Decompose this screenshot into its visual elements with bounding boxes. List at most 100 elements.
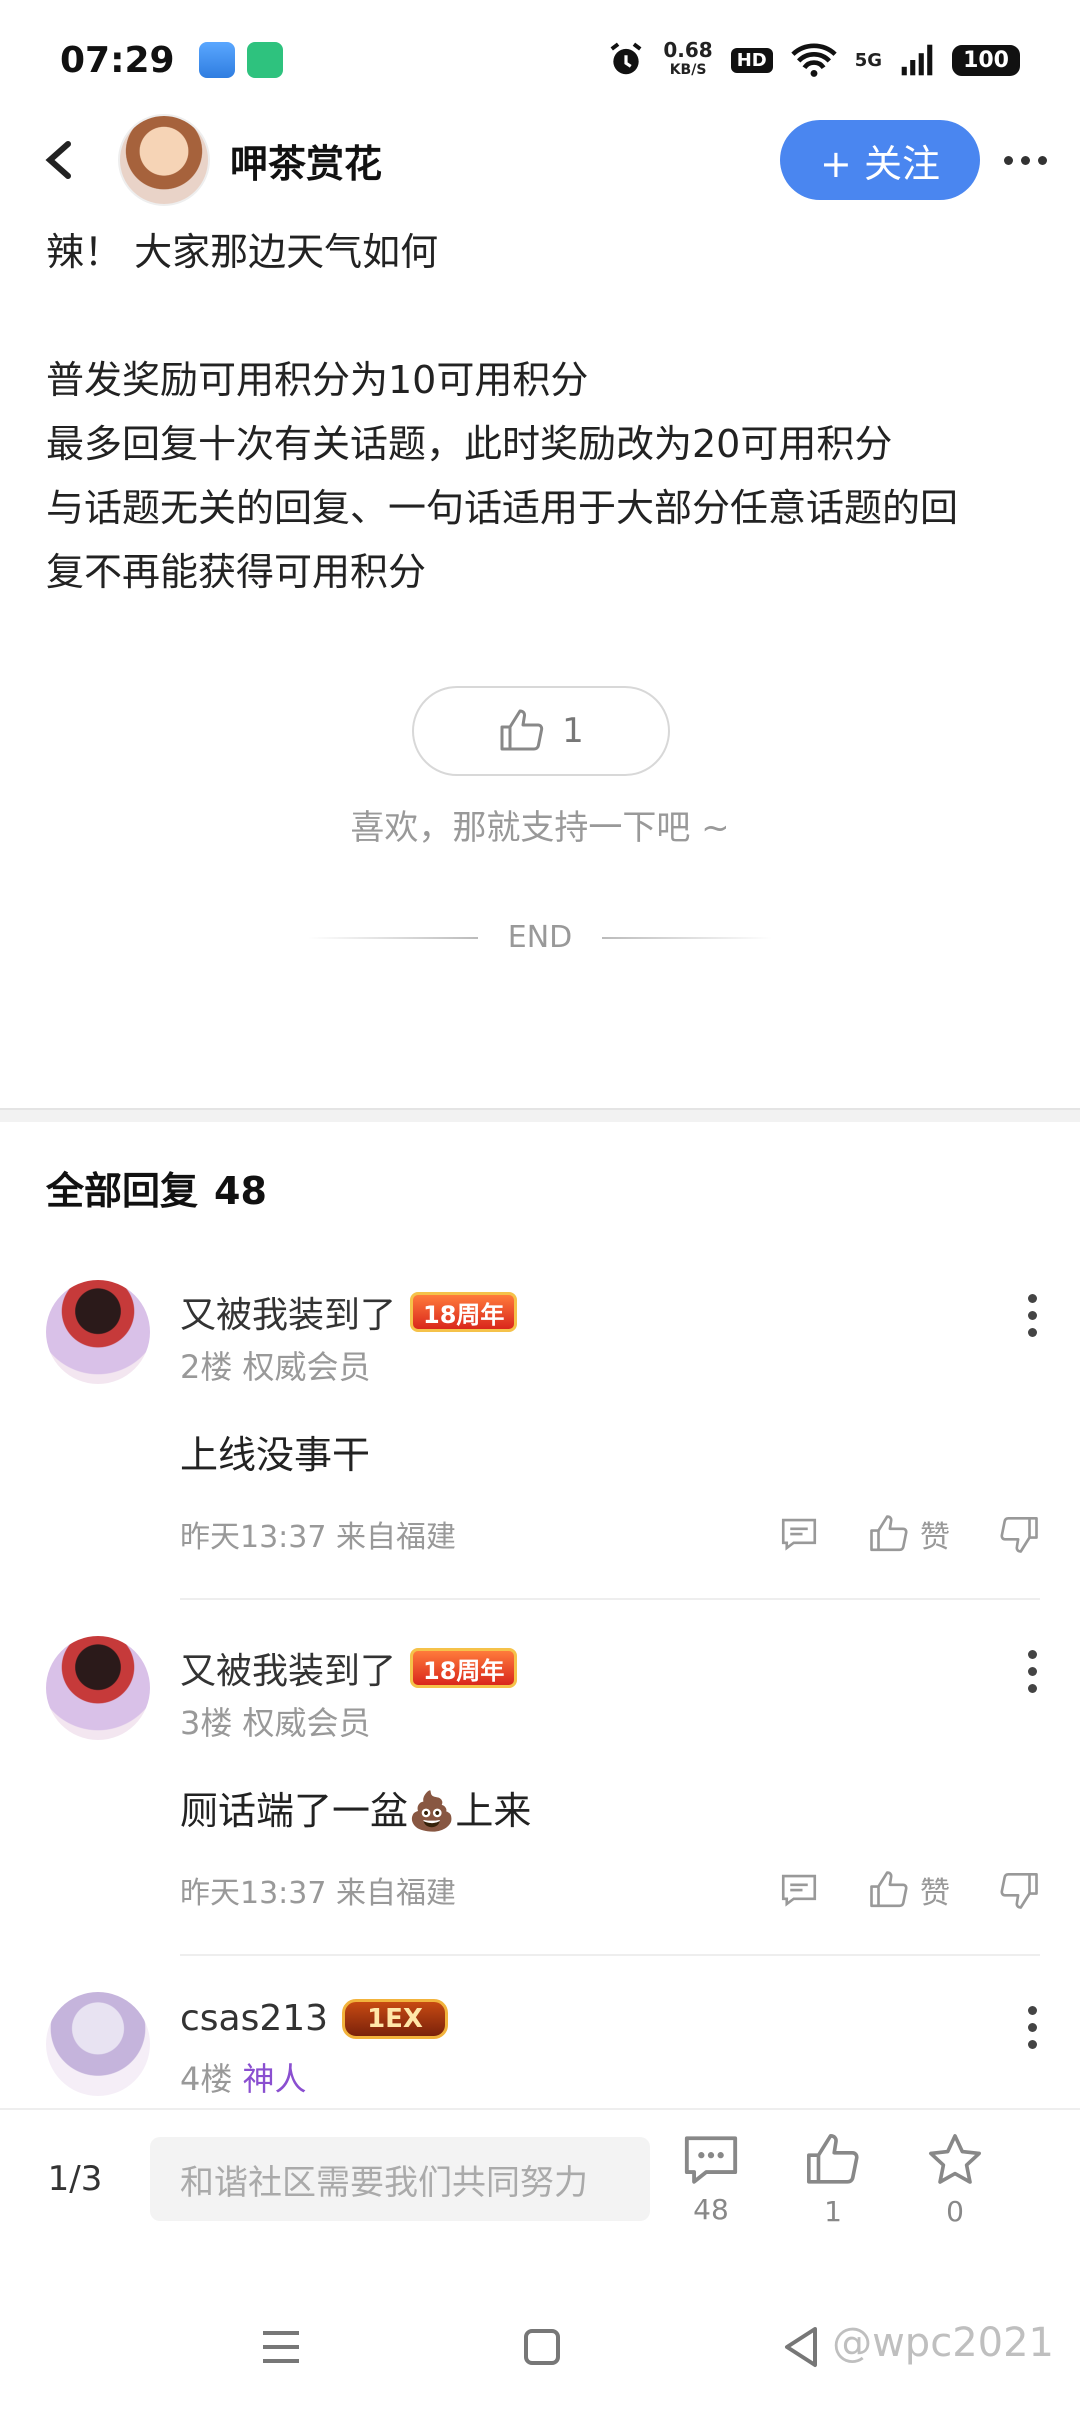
post-line: 最多回复十次有关话题，此时奖励改为20可用积分 bbox=[46, 422, 893, 466]
battery-level: 100 bbox=[952, 44, 1020, 76]
commenter-avatar[interactable] bbox=[46, 1636, 150, 1740]
comment-meta: 3楼 权威会员 bbox=[180, 1698, 371, 1744]
network-type: 5G bbox=[854, 49, 883, 71]
post-line: 复不再能获得可用积分 bbox=[46, 550, 427, 594]
post-body: 辣！ 大家那边天气如何 普发奖励可用积分为10可用积分 最多回复十次有关话题，此… bbox=[46, 220, 1036, 604]
back-button[interactable] bbox=[24, 125, 94, 195]
end-marker: END bbox=[0, 920, 1080, 955]
bottom-action-bar: 1/3 和谐社区需要我们共同努力 48 1 0 bbox=[0, 2108, 1080, 2248]
menu-icon[interactable] bbox=[259, 2327, 303, 2367]
commenter-avatar[interactable] bbox=[46, 1280, 150, 1384]
chevron-left-icon bbox=[45, 141, 71, 179]
comment-text: 厕话端了一盆💩上来 bbox=[180, 1789, 532, 1833]
commenter-name-row: 又被我装到了 18周年 bbox=[180, 1286, 518, 1338]
likes-count: 1 bbox=[824, 2194, 842, 2228]
comment-actions: 赞 bbox=[778, 1868, 1040, 1912]
reply-icon[interactable] bbox=[778, 1869, 820, 1911]
net-speed-unit: KB/S bbox=[669, 62, 707, 78]
comments-button[interactable]: 48 bbox=[650, 2133, 772, 2226]
comment-more-button[interactable] bbox=[1022, 1294, 1042, 1337]
support-text: 喜欢，那就支持一下吧 ~ bbox=[350, 808, 730, 848]
post-line: 与话题无关的回复、一句话适用于大部分任意话题的回 bbox=[46, 486, 959, 530]
commenter-name-row: csas213 1EX bbox=[180, 1998, 448, 2039]
hd-badge: HD bbox=[730, 47, 773, 73]
comment-floor: 2楼 bbox=[180, 1348, 233, 1386]
reply-icon[interactable] bbox=[778, 1513, 820, 1555]
post-like-button[interactable]: 1 bbox=[412, 686, 670, 776]
comment-more-button[interactable] bbox=[1022, 2006, 1042, 2049]
commenter-name[interactable]: csas213 bbox=[180, 1998, 328, 2039]
commenter-name[interactable]: 又被我装到了 bbox=[180, 1642, 396, 1694]
status-right: 0.68 KB/S HD 5G 100 bbox=[607, 40, 1020, 80]
reply-input[interactable]: 和谐社区需要我们共同努力 bbox=[150, 2137, 650, 2221]
net-speed-value: 0.68 bbox=[663, 38, 713, 62]
watermark: @wpc2021 bbox=[832, 2320, 1054, 2366]
signal-icon bbox=[901, 44, 933, 76]
comment-footer: 昨天13:37 来自福建 赞 bbox=[180, 1512, 1040, 1556]
comments-count: 48 bbox=[693, 2192, 729, 2226]
thumbs-up-icon bbox=[870, 1871, 908, 1908]
comment-time: 昨天13:37 来自福建 bbox=[180, 1876, 456, 1911]
comment-footer: 昨天13:37 来自福建 赞 bbox=[180, 1868, 1040, 1912]
author-name[interactable]: 呷茶赏花 bbox=[230, 133, 382, 188]
more-dot-icon bbox=[1037, 155, 1047, 165]
wifi-icon bbox=[791, 43, 837, 77]
comment-time: 昨天13:37 来自福建 bbox=[180, 1520, 456, 1555]
comment-floor: 3楼 bbox=[180, 1704, 233, 1742]
section-divider bbox=[0, 1108, 1080, 1122]
thumbs-up-icon bbox=[500, 709, 544, 751]
comment-text: 上线没事干 bbox=[180, 1433, 371, 1477]
replies-count: 48 bbox=[214, 1169, 267, 1213]
post-line-blank bbox=[46, 284, 1036, 348]
anniversary-badge: 18周年 bbox=[410, 1292, 518, 1332]
comment-floor: 4楼 bbox=[180, 2060, 233, 2098]
more-dot-icon bbox=[1003, 155, 1013, 165]
comment-divider bbox=[180, 1598, 1040, 1600]
thumbs-up-icon bbox=[870, 1515, 908, 1552]
more-options-button[interactable] bbox=[980, 155, 1070, 165]
back-triangle-icon[interactable] bbox=[781, 2325, 821, 2369]
comment-like-label: 赞 bbox=[920, 1520, 950, 1555]
commenter-name-row: 又被我装到了 18周年 bbox=[180, 1642, 518, 1694]
favorite-button[interactable]: 0 bbox=[894, 2131, 1016, 2228]
favorites-count: 0 bbox=[946, 2194, 964, 2228]
comment-divider bbox=[180, 1954, 1040, 1956]
anniversary-badge: 18周年 bbox=[410, 1648, 518, 1688]
net-speed: 0.68 KB/S bbox=[663, 40, 712, 80]
thumbs-up-icon bbox=[807, 2133, 859, 2184]
page-indicator[interactable]: 1/3 bbox=[0, 2159, 150, 2199]
comment-rank: 神人 bbox=[242, 2060, 307, 2098]
comment-icon bbox=[684, 2135, 738, 2184]
status-bar: 07:29 0.68 KB/S HD 5G 100 bbox=[0, 0, 1080, 120]
star-icon bbox=[929, 2133, 981, 2184]
author-avatar[interactable] bbox=[118, 114, 210, 206]
weather-app-icon bbox=[198, 42, 235, 78]
follow-button[interactable]: + 关注 bbox=[780, 120, 980, 200]
comment-rank: 权威会员 bbox=[242, 1704, 371, 1742]
comment-item: csas213 1EX 4楼 神人 bbox=[0, 1992, 1080, 2108]
comment-item: 又被我装到了 18周年 2楼 权威会员 上线没事干 昨天13:37 来自福建 赞 bbox=[0, 1280, 1080, 1600]
replies-header: 全部回复 48 bbox=[46, 1160, 267, 1215]
end-label: END bbox=[507, 920, 573, 955]
comment-like-button[interactable]: 赞 bbox=[868, 1868, 950, 1912]
thumbs-down-icon[interactable] bbox=[998, 1513, 1040, 1555]
comment-meta: 4楼 神人 bbox=[180, 2054, 307, 2100]
level-badge: 1EX bbox=[342, 1998, 448, 2039]
comment-actions: 赞 bbox=[778, 1512, 1040, 1556]
commenter-name[interactable]: 又被我装到了 bbox=[180, 1286, 396, 1338]
post-line: 辣！ 大家那边天气如何 bbox=[46, 230, 439, 274]
comment-like-button[interactable]: 赞 bbox=[868, 1512, 950, 1556]
status-app-icons bbox=[198, 42, 283, 78]
post-like-count: 1 bbox=[562, 711, 584, 751]
comment-more-button[interactable] bbox=[1022, 1650, 1042, 1693]
end-divider-right bbox=[602, 936, 773, 939]
home-icon[interactable] bbox=[522, 2327, 562, 2367]
comment-meta: 2楼 权威会员 bbox=[180, 1342, 371, 1388]
more-dot-icon bbox=[1020, 155, 1030, 165]
like-button[interactable]: 1 bbox=[772, 2131, 894, 2228]
commenter-avatar[interactable] bbox=[46, 1992, 150, 2096]
comment-item: 又被我装到了 18周年 3楼 权威会员 厕话端了一盆💩上来 昨天13:37 来自… bbox=[0, 1636, 1080, 1956]
status-time: 07:29 bbox=[60, 39, 175, 81]
thumbs-down-icon[interactable] bbox=[998, 1869, 1040, 1911]
post-line: 普发奖励可用积分为10可用积分 bbox=[46, 358, 589, 402]
